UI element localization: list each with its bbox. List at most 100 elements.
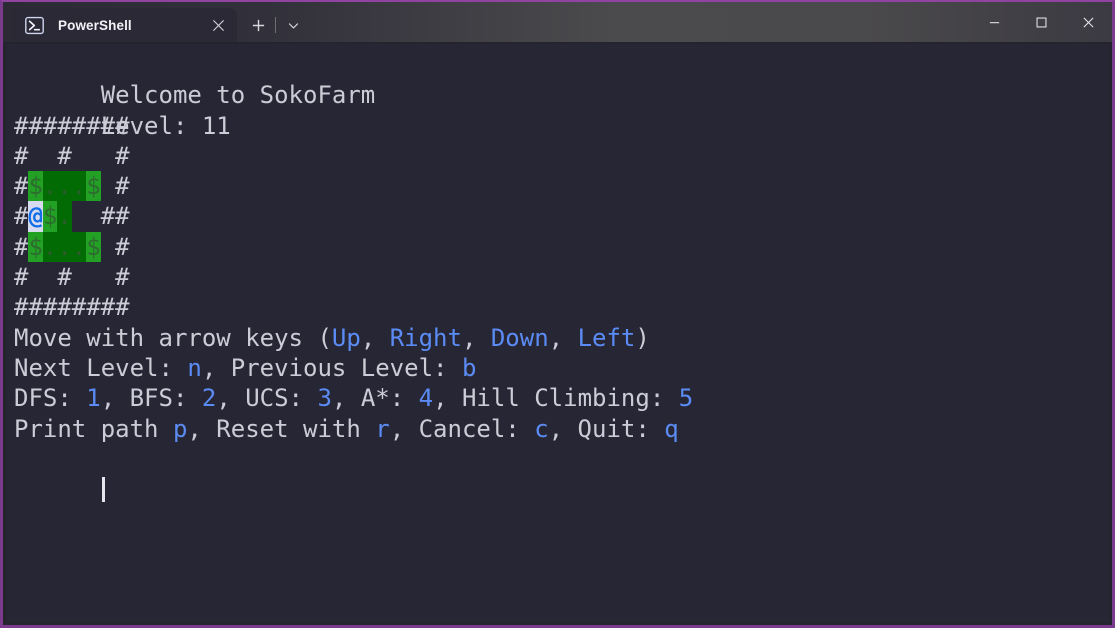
board-cell-wall: #	[42, 293, 58, 322]
board-cell-wall: #	[14, 293, 29, 322]
help-label: , Reset with	[187, 414, 376, 443]
help-label: ,	[548, 323, 578, 352]
board-cell-floor-goal: .	[42, 171, 58, 202]
board-cell-wall: #	[14, 111, 29, 140]
welcome-line: Welcome to SokoFarm	[14, 50, 1109, 109]
help-key: Right	[389, 323, 462, 352]
help-key: r	[375, 414, 390, 443]
board-cell-wall: #	[57, 111, 72, 140]
chevron-down-icon[interactable]	[276, 8, 310, 42]
help-label: (	[317, 323, 332, 352]
help-key: 3	[317, 384, 332, 413]
board-cell-void	[101, 262, 115, 292]
help-key: 1	[86, 384, 101, 413]
board-cell-floor-goal: .	[57, 201, 72, 232]
board-cell-wall: #	[115, 263, 130, 292]
board-cell-floor-goal: .	[71, 171, 87, 202]
board-cell-wall: #	[115, 141, 130, 170]
help-label: , BFS:	[100, 384, 202, 413]
board-cell-box: $	[86, 171, 101, 202]
board-cell-wall: #	[115, 202, 130, 231]
board-cell-wall: #	[100, 111, 116, 140]
help-key: 2	[201, 384, 217, 413]
help-key: Left	[577, 323, 636, 352]
help-key: q	[664, 414, 679, 443]
board-cell-void	[72, 141, 86, 171]
help-text: Move with arrow keys (Up, Right, Down, L…	[14, 323, 1109, 444]
board-cell-void	[101, 141, 115, 171]
tab-actions	[241, 8, 310, 42]
help-key: c	[534, 414, 549, 443]
help-key: b	[461, 353, 477, 382]
welcome-text: Welcome to SokoFarm	[100, 81, 376, 110]
board-cell-wall: #	[14, 232, 29, 261]
board-cell-wall: #	[14, 141, 29, 170]
board-cell-wall: #	[14, 263, 29, 292]
help-label: DFS:	[14, 384, 87, 413]
window-controls	[971, 2, 1112, 42]
tab-close-icon[interactable]	[205, 12, 231, 38]
help-label: , Previous Level:	[201, 353, 462, 382]
help-label: , Hill Climbing:	[433, 384, 679, 413]
help-label: , UCS:	[216, 384, 318, 413]
board-cell-wall: #	[57, 141, 72, 170]
board-cell-wall: #	[14, 202, 29, 231]
help-line: Print path p, Reset with r, Cancel: c, Q…	[14, 414, 1109, 444]
board-cell-box: $	[42, 201, 58, 232]
board-cell-void	[28, 141, 42, 171]
help-key: Up	[331, 323, 361, 352]
help-line: DFS: 1, BFS: 2, UCS: 3, A*: 4, Hill Clim…	[14, 383, 1109, 413]
board-cell-void	[101, 171, 115, 201]
board-cell-wall: #	[115, 172, 130, 201]
help-label: Move with arrow keys	[14, 323, 318, 352]
board-cell-wall: #	[14, 172, 29, 201]
board-cell-wall: #	[28, 293, 43, 322]
board-row: # # #	[14, 262, 1109, 292]
level-value: 11	[201, 111, 231, 140]
new-tab-button[interactable]	[241, 8, 275, 42]
terminal-output[interactable]: Welcome to SokoFarm Level: 11 ######## # …	[6, 44, 1109, 622]
board-row: ########	[14, 292, 1109, 322]
help-line: Next Level: n, Previous Level: b	[14, 353, 1109, 383]
minimize-icon[interactable]	[971, 2, 1018, 42]
board-cell-floor-goal: .	[42, 231, 58, 263]
board-cell-void	[43, 141, 57, 171]
board-row: #@$. ##	[14, 201, 1109, 232]
board-cell-void	[72, 262, 86, 292]
board-cell-void	[86, 141, 100, 171]
board-cell-void	[86, 201, 100, 231]
help-label: )	[635, 323, 650, 352]
help-key: 5	[678, 384, 694, 413]
board-cell-floor-goal: .	[71, 231, 87, 263]
board-cell-wall: #	[57, 293, 72, 322]
help-key: 4	[418, 384, 434, 413]
sokoban-board: ######## # # # #$...$ # #@$. ## #$...$ # # # …	[14, 111, 1109, 323]
help-key: p	[172, 414, 188, 443]
text-cursor	[101, 477, 105, 503]
help-key: Down	[490, 323, 549, 352]
help-label: ,	[461, 323, 491, 352]
board-cell-box: $	[86, 231, 101, 263]
title-bar: PowerShell	[3, 2, 1112, 42]
board-cell-void	[86, 262, 100, 292]
board-cell-void	[28, 262, 42, 292]
help-label: , Cancel:	[389, 414, 535, 443]
board-cell-void	[72, 201, 86, 231]
board-cell-wall: #	[42, 111, 58, 140]
board-cell-floor-goal: .	[57, 231, 72, 263]
help-key: n	[187, 353, 202, 382]
help-line: Move with arrow keys (Up, Right, Down, L…	[14, 323, 1109, 353]
close-icon[interactable]	[1065, 2, 1112, 42]
board-cell-wall: #	[86, 293, 101, 322]
maximize-icon[interactable]	[1018, 2, 1065, 42]
prompt-line	[14, 444, 1109, 503]
board-row: #$...$ #	[14, 231, 1109, 263]
board-cell-wall: #	[86, 111, 101, 140]
tab-powershell[interactable]: PowerShell	[11, 8, 237, 42]
board-cell-player: @	[28, 201, 43, 232]
powershell-icon	[25, 16, 44, 35]
board-cell-wall: #	[57, 263, 72, 292]
board-row: # # #	[14, 141, 1109, 171]
board-cell-void	[101, 232, 115, 262]
help-label: ,	[360, 323, 390, 352]
